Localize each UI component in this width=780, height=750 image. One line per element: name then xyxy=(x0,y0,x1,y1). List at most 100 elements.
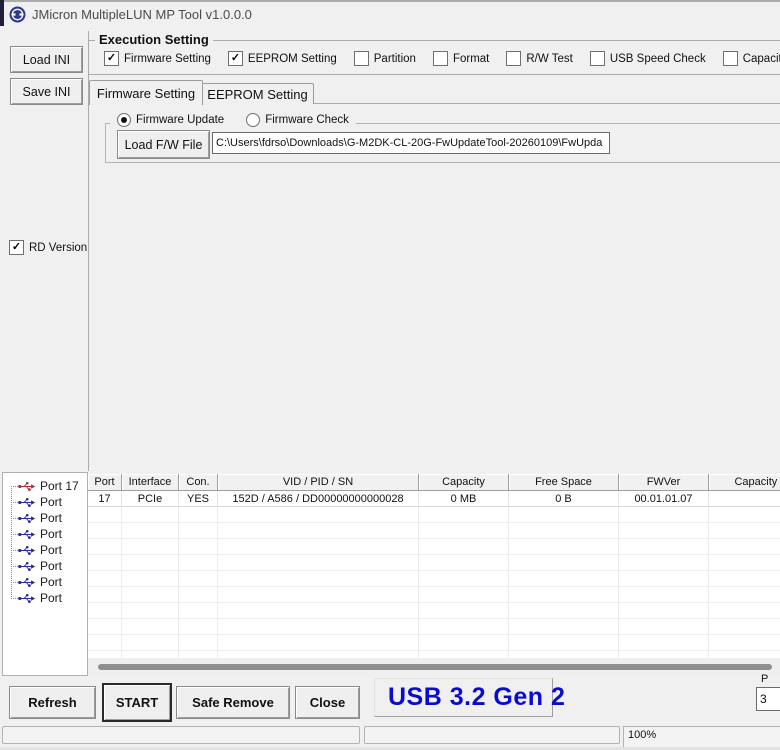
checkbox-icon xyxy=(506,51,521,66)
exec-checkbox-firmware-setting[interactable]: ✓Firmware Setting xyxy=(104,51,211,66)
window-title: JMicron MultipleLUN MP Tool v1.0.0.0 xyxy=(32,7,252,22)
table-empty-cell xyxy=(419,651,509,658)
table-empty-cell xyxy=(122,523,179,539)
table-empty-cell xyxy=(419,635,509,651)
table-empty-cell xyxy=(619,507,709,523)
table-empty-cell xyxy=(88,539,122,555)
table-empty-cell xyxy=(88,507,122,523)
tree-item-port[interactable]: Port xyxy=(3,558,87,574)
checkbox-label: USB Speed Check xyxy=(610,53,706,65)
tree-item-port[interactable]: Port xyxy=(3,574,87,590)
table-row[interactable]: 17PCIeYES152D / A586 / DD000000000000280… xyxy=(88,491,780,507)
port-count-input[interactable] xyxy=(756,687,780,711)
table-empty-cell xyxy=(179,555,218,571)
checkbox-icon: ✓ xyxy=(228,51,243,66)
tree-branch-line xyxy=(11,502,18,503)
scrollbar-thumb[interactable] xyxy=(98,664,772,670)
tree-item-label: Port xyxy=(40,591,62,605)
checkbox-label: Capacity Check xyxy=(743,53,780,65)
checkbox-label: EEPROM Setting xyxy=(248,53,337,65)
table-cell: 0 B xyxy=(509,491,619,507)
column-header-vid-pid-sn[interactable]: VID / PID / SN xyxy=(218,474,419,491)
tree-item-label: Port xyxy=(40,543,62,557)
exec-checkbox-usb-speed-check[interactable]: USB Speed Check xyxy=(590,51,706,66)
usb-icon xyxy=(18,529,36,540)
port-count-label: P xyxy=(761,673,768,685)
table-empty-cell xyxy=(88,603,122,619)
exec-checkbox-format[interactable]: Format xyxy=(433,51,489,66)
checkbox-label: Format xyxy=(453,53,489,65)
tab-eeprom-setting[interactable]: EEPROM Setting xyxy=(201,83,314,104)
table-empty-row xyxy=(88,651,780,658)
start-button[interactable]: START xyxy=(102,683,172,722)
table-empty-cell xyxy=(218,619,419,635)
exec-checkbox-partition[interactable]: Partition xyxy=(354,51,416,66)
column-header-interface[interactable]: Interface xyxy=(122,474,179,491)
usb-icon xyxy=(18,481,36,492)
column-header-port[interactable]: Port xyxy=(88,474,122,491)
tree-item-port-17[interactable]: Port 17 xyxy=(3,478,87,494)
table-empty-cell xyxy=(709,603,780,619)
save-ini-button[interactable]: Save INI xyxy=(10,78,83,105)
table-empty-cell xyxy=(709,507,780,523)
window-corner-shadow xyxy=(0,0,4,26)
usb-icon xyxy=(18,545,36,556)
table-empty-cell xyxy=(218,635,419,651)
usb-icon xyxy=(18,561,36,572)
table-empty-row xyxy=(88,507,780,523)
table-empty-cell xyxy=(179,587,218,603)
table-empty-cell xyxy=(179,651,218,658)
checkbox-icon: ✓ xyxy=(104,51,119,66)
window-top-edge xyxy=(0,0,780,2)
refresh-button[interactable]: Refresh xyxy=(9,686,96,719)
rd-version-label: RD Version xyxy=(29,242,87,254)
column-header-capacity-check[interactable]: Capacity Check xyxy=(709,474,780,491)
table-empty-cell xyxy=(619,539,709,555)
table-empty-row xyxy=(88,603,780,619)
rd-version-checkbox[interactable]: ✓ RD Version xyxy=(9,240,87,255)
table-empty-cell xyxy=(218,651,419,658)
fw-file-path-input[interactable] xyxy=(212,132,610,154)
load-fw-file-button[interactable]: Load F/W File xyxy=(117,130,210,159)
tree-item-port[interactable]: Port xyxy=(3,526,87,542)
table-empty-cell xyxy=(122,571,179,587)
tab-firmware-setting[interactable]: Firmware Setting xyxy=(89,80,203,105)
table-empty-cell xyxy=(179,523,218,539)
checkbox-icon xyxy=(723,51,738,66)
table-empty-cell xyxy=(709,619,780,635)
table-empty-row xyxy=(88,619,780,635)
exec-checkbox-eeprom-setting[interactable]: ✓ EEPROM Setting xyxy=(228,51,337,66)
close-button[interactable]: Close xyxy=(295,686,360,719)
table-empty-row xyxy=(88,571,780,587)
table-empty-cell xyxy=(218,587,419,603)
firmware-update-radio[interactable]: Firmware Update xyxy=(117,113,224,127)
column-header-fwver[interactable]: FWVer xyxy=(619,474,709,491)
tree-item-port[interactable]: Port xyxy=(3,510,87,526)
table-empty-cell xyxy=(709,555,780,571)
horizontal-scrollbar[interactable] xyxy=(88,658,780,676)
table-cell: 00.01.01.07 xyxy=(619,491,709,507)
table-empty-cell xyxy=(179,603,218,619)
table-empty-cell xyxy=(619,587,709,603)
firmware-check-radio[interactable]: Firmware Check xyxy=(246,113,349,127)
tree-item-port[interactable]: Port xyxy=(3,590,87,606)
table-empty-cell xyxy=(709,523,780,539)
safe-remove-button[interactable]: Safe Remove xyxy=(176,686,290,719)
column-header-capacity[interactable]: Capacity xyxy=(419,474,509,491)
firmware-radio-group: Firmware Update Firmware Check xyxy=(110,112,356,127)
table-empty-cell xyxy=(509,571,619,587)
load-ini-button[interactable]: Load INI xyxy=(10,46,83,73)
column-header-con-[interactable]: Con. xyxy=(179,474,218,491)
tree-branch-line xyxy=(11,598,18,599)
app-icon xyxy=(9,6,26,23)
exec-checkbox-r-w-test[interactable]: R/W Test xyxy=(506,51,572,66)
exec-checkbox-capacity-check[interactable]: Capacity Check xyxy=(723,51,780,66)
table-empty-cell xyxy=(709,587,780,603)
tree-item-port[interactable]: Port xyxy=(3,542,87,558)
table-empty-cell xyxy=(88,635,122,651)
usb-icon xyxy=(18,577,36,588)
table-empty-cell xyxy=(509,619,619,635)
column-header-free-space[interactable]: Free Space xyxy=(509,474,619,491)
tree-item-port[interactable]: Port xyxy=(3,494,87,510)
table-empty-cell xyxy=(419,603,509,619)
